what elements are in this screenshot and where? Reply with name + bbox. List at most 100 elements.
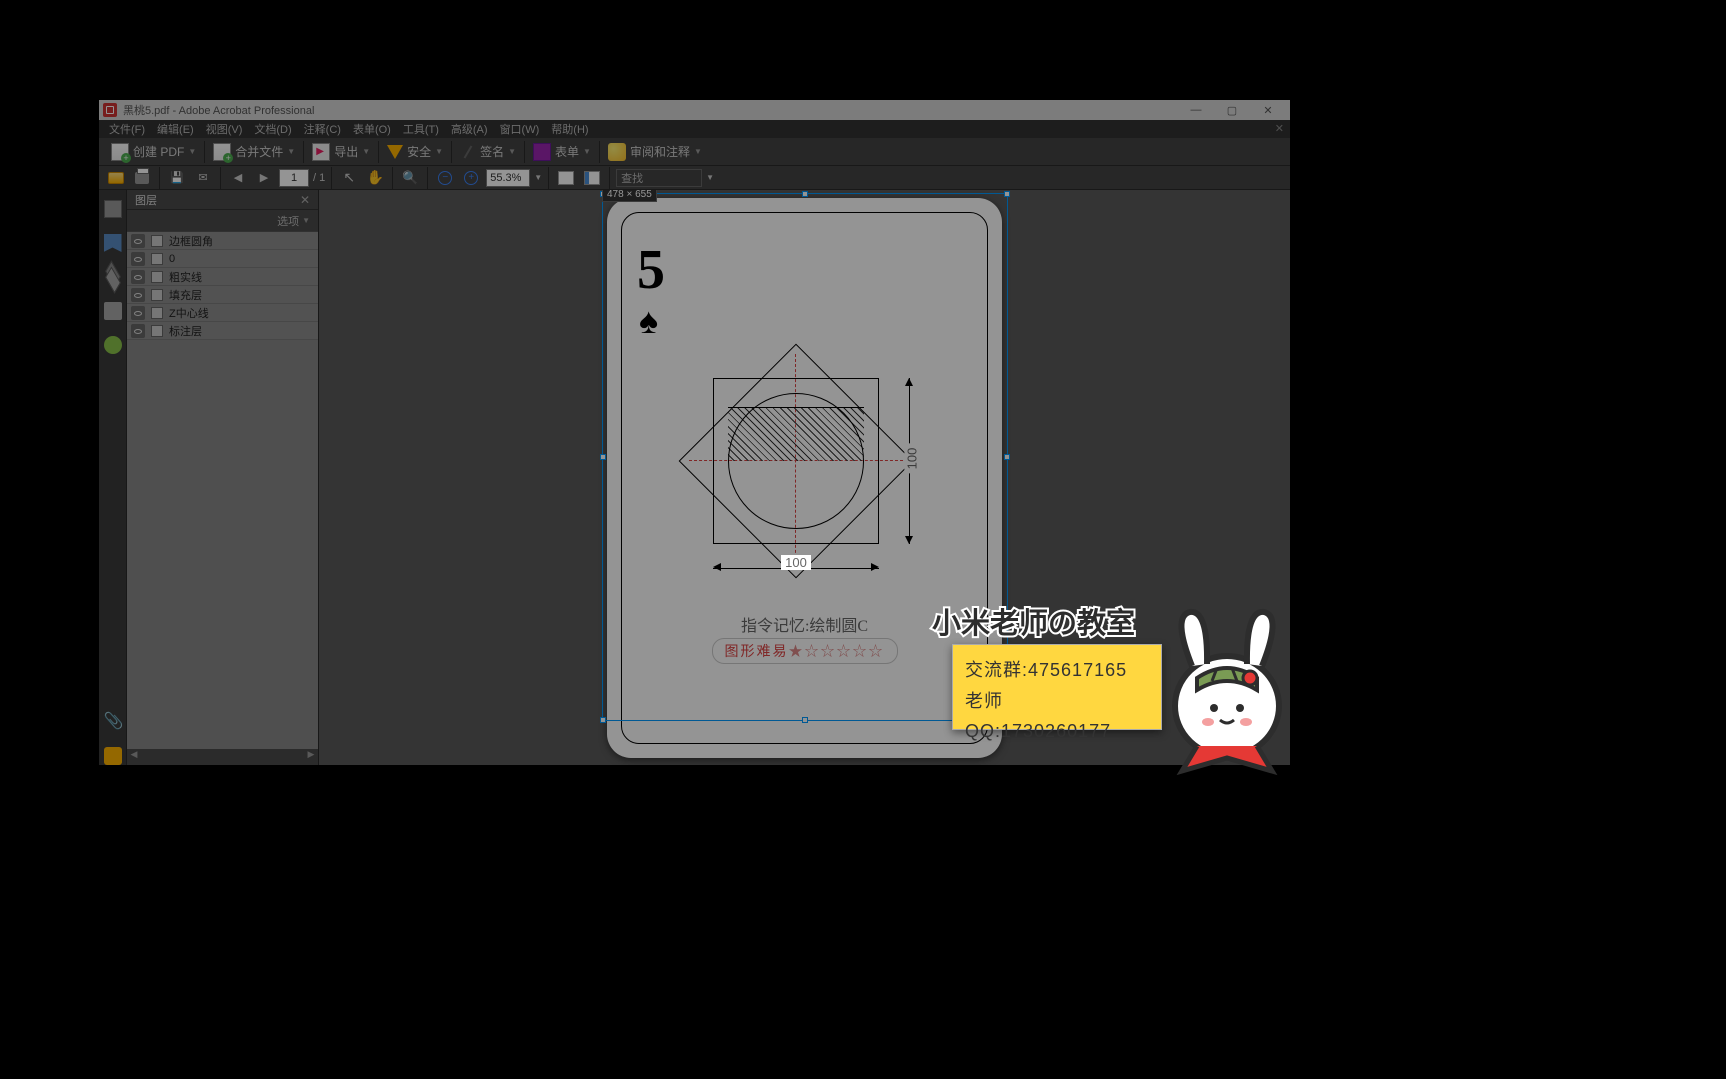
acrobat-window: 黑桃5.pdf - Adobe Acrobat Professional — ▢… bbox=[99, 100, 1290, 765]
layer-icon bbox=[151, 235, 163, 247]
dropdown-icon: ▼ bbox=[694, 147, 702, 156]
help-panel-icon[interactable] bbox=[104, 336, 122, 354]
search-input[interactable] bbox=[616, 169, 702, 187]
zoom-out-button[interactable]: − bbox=[434, 168, 456, 188]
difficulty-badge: 图形难易★☆☆☆☆☆ bbox=[712, 638, 898, 664]
zoom-level-input[interactable] bbox=[486, 169, 530, 187]
layer-item[interactable]: 0 bbox=[127, 250, 318, 268]
fit-page-button[interactable] bbox=[581, 168, 603, 188]
menu-file[interactable]: 文件(F) bbox=[103, 121, 151, 137]
technical-drawing: 100 100 bbox=[701, 366, 901, 566]
eye-icon[interactable] bbox=[131, 324, 145, 338]
open-button[interactable] bbox=[105, 168, 127, 188]
eye-icon[interactable] bbox=[131, 270, 145, 284]
export-icon bbox=[312, 143, 330, 161]
layer-item[interactable]: 边框圆角 bbox=[127, 232, 318, 250]
panel-right-icon[interactable]: ▶ bbox=[304, 749, 318, 765]
layers-list[interactable]: 边框圆角 0 粗实线 填充层 Z中心线 标注层 bbox=[127, 232, 318, 749]
document-area[interactable]: 5 ♠ 100 100 指令记忆:绘制圆C 图形难易★☆☆☆☆☆ bbox=[319, 190, 1290, 765]
close-button[interactable]: ✕ bbox=[1250, 101, 1286, 119]
dimension-width: 100 bbox=[713, 558, 879, 573]
instruction-text: 指令记忆:绘制圆C bbox=[607, 612, 1002, 636]
layers-panel-icon[interactable] bbox=[104, 268, 122, 286]
menubar-close-icon[interactable]: ✕ bbox=[1275, 122, 1284, 135]
create-pdf-button[interactable]: 创建 PDF▼ bbox=[105, 141, 202, 163]
menu-help[interactable]: 帮助(H) bbox=[545, 121, 594, 137]
page-total: / 1 bbox=[313, 172, 325, 184]
zoom-in-button[interactable]: + bbox=[460, 168, 482, 188]
form-button[interactable]: 表单▼ bbox=[527, 141, 597, 163]
menu-advanced[interactable]: 高级(A) bbox=[445, 121, 494, 137]
menu-document[interactable]: 文档(D) bbox=[248, 121, 297, 137]
hand-tool[interactable]: ✋ bbox=[364, 168, 386, 188]
menu-window[interactable]: 窗口(W) bbox=[494, 121, 546, 137]
email-button[interactable]: ✉ bbox=[192, 168, 214, 188]
resize-handle[interactable] bbox=[600, 454, 606, 460]
print-button[interactable] bbox=[131, 168, 153, 188]
create-pdf-icon bbox=[111, 143, 129, 161]
pdf-page[interactable]: 5 ♠ 100 100 指令记忆:绘制圆C 图形难易★☆☆☆☆☆ bbox=[607, 198, 1002, 758]
pages-panel-icon[interactable] bbox=[104, 200, 122, 218]
resize-handle[interactable] bbox=[1004, 454, 1010, 460]
next-page-button[interactable]: ▶ bbox=[253, 168, 275, 188]
panel-close-icon[interactable]: ✕ bbox=[300, 193, 310, 207]
resize-handle[interactable] bbox=[802, 191, 808, 197]
menu-edit[interactable]: 编辑(E) bbox=[151, 121, 200, 137]
folder-icon bbox=[108, 172, 124, 184]
resize-handle[interactable] bbox=[1004, 717, 1010, 723]
eye-icon[interactable] bbox=[131, 252, 145, 266]
layers-panel: 图层 ✕ 选项▼ 边框圆角 0 粗实线 填充层 Z中心线 标注层 ◀ ▶ bbox=[127, 190, 319, 765]
eye-icon[interactable] bbox=[131, 234, 145, 248]
sign-button[interactable]: 签名▼ bbox=[454, 141, 522, 163]
eye-icon[interactable] bbox=[131, 288, 145, 302]
layer-item[interactable]: 填充层 bbox=[127, 286, 318, 304]
marquee-zoom[interactable]: 🔍 bbox=[399, 168, 421, 188]
dropdown-icon: ▼ bbox=[287, 147, 295, 156]
resize-handle[interactable] bbox=[1004, 191, 1010, 197]
menu-view[interactable]: 视图(V) bbox=[200, 121, 249, 137]
minimize-button[interactable]: — bbox=[1178, 101, 1214, 119]
layer-icon bbox=[151, 325, 163, 337]
resize-handle[interactable] bbox=[600, 717, 606, 723]
layer-item[interactable]: Z中心线 bbox=[127, 304, 318, 322]
comments-panel-icon[interactable] bbox=[104, 747, 122, 765]
layer-item[interactable]: 粗实线 bbox=[127, 268, 318, 286]
signatures-panel-icon[interactable] bbox=[104, 302, 122, 320]
layers-panel-title: 图层 bbox=[135, 192, 157, 208]
toolbar-secondary: 💾 ✉ ◀ ▶ / 1 ↖ ✋ 🔍 − + ▼ ▼ bbox=[99, 166, 1290, 190]
maximize-button[interactable]: ▢ bbox=[1214, 101, 1250, 119]
secure-button[interactable]: 安全▼ bbox=[381, 141, 449, 162]
layer-icon bbox=[151, 289, 163, 301]
page-number-input[interactable] bbox=[279, 169, 309, 187]
prev-page-button[interactable]: ◀ bbox=[227, 168, 249, 188]
sign-icon bbox=[464, 145, 473, 158]
layer-item[interactable]: 标注层 bbox=[127, 322, 318, 340]
titlebar: 黑桃5.pdf - Adobe Acrobat Professional — ▢… bbox=[99, 100, 1290, 120]
review-icon bbox=[608, 143, 626, 161]
search-dropdown-icon[interactable]: ▼ bbox=[706, 173, 714, 182]
fit-width-button[interactable] bbox=[555, 168, 577, 188]
spade-icon: ♠ bbox=[639, 300, 658, 342]
panel-left-icon[interactable]: ◀ bbox=[127, 749, 141, 765]
zoom-out-icon: − bbox=[438, 171, 452, 185]
menubar: 文件(F) 编辑(E) 视图(V) 文档(D) 注释(C) 表单(O) 工具(T… bbox=[99, 120, 1290, 138]
layer-icon bbox=[151, 253, 163, 265]
review-button[interactable]: 审阅和注释▼ bbox=[602, 141, 708, 163]
bookmarks-panel-icon[interactable] bbox=[104, 234, 122, 252]
workspace: 📎 图层 ✕ 选项▼ 边框圆角 0 粗实线 填充层 Z中心线 标注层 ◀ bbox=[99, 190, 1290, 765]
menu-comment[interactable]: 注释(C) bbox=[298, 121, 347, 137]
menu-form[interactable]: 表单(O) bbox=[347, 121, 397, 137]
attachments-panel-icon[interactable]: 📎 bbox=[104, 713, 122, 731]
layer-icon bbox=[151, 271, 163, 283]
selection-dimensions-tooltip: 478 × 655 bbox=[602, 190, 657, 202]
dropdown-icon: ▼ bbox=[435, 147, 443, 156]
save-button[interactable]: 💾 bbox=[166, 168, 188, 188]
eye-icon[interactable] bbox=[131, 306, 145, 320]
export-button[interactable]: 导出▼ bbox=[306, 141, 376, 163]
zoom-dropdown-icon[interactable]: ▼ bbox=[534, 173, 542, 182]
layers-options-button[interactable]: 选项▼ bbox=[127, 210, 318, 232]
app-icon bbox=[103, 103, 117, 117]
select-tool[interactable]: ↖ bbox=[338, 168, 360, 188]
menu-tool[interactable]: 工具(T) bbox=[397, 121, 445, 137]
combine-files-button[interactable]: 合并文件▼ bbox=[207, 141, 301, 163]
